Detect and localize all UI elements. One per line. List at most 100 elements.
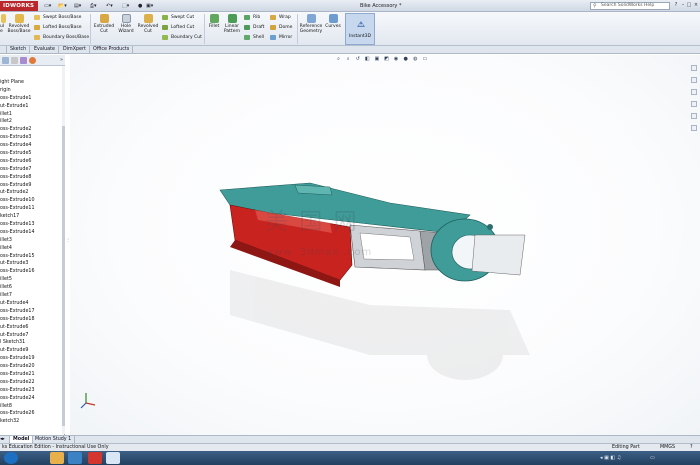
solidworks-logo[interactable]: IDWORKS (0, 1, 38, 11)
feature-tree-item[interactable]: ut-Extrude1 (0, 103, 64, 111)
system-tray-icons[interactable]: ◂ ▣ ◧ ♫ (600, 454, 621, 462)
start-button-icon[interactable] (4, 452, 18, 464)
property-manager-icon[interactable] (11, 57, 18, 64)
word-taskbar-icon[interactable] (106, 452, 120, 464)
curves-button[interactable]: Curves (324, 14, 342, 29)
feature-tree-item[interactable]: illet8 (0, 403, 64, 411)
dome-button[interactable]: Dome (270, 24, 292, 31)
swept-boss-button[interactable]: Swept Boss/Base (34, 14, 81, 21)
feature-tree-item[interactable]: illet2 (0, 118, 64, 126)
feature-tree-item[interactable]: oss-Extrude7 (0, 166, 64, 174)
feature-tree-item[interactable]: oss-Extrude6 (0, 158, 64, 166)
scrollbar-thumb[interactable] (62, 126, 65, 426)
select-icon[interactable]: ⬚▾ (122, 2, 129, 10)
bike-accessory-model[interactable] (70, 55, 700, 435)
feature-tree-item[interactable]: illet4 (0, 245, 64, 253)
feature-tree-item[interactable]: oss-Extrude18 (0, 316, 64, 324)
instant3d-button[interactable]: Instant3D (345, 13, 375, 45)
close-button[interactable]: × (693, 2, 699, 9)
feature-tree-item[interactable]: ight Plane (0, 79, 64, 87)
tab-office-products[interactable]: Office Products (90, 46, 134, 54)
ie-taskbar-icon[interactable] (68, 452, 82, 464)
tab-sketch[interactable]: Sketch (7, 46, 31, 54)
tab-dimxpert[interactable]: DimXpert (60, 46, 90, 54)
feature-tree-item[interactable]: oss-Extrude4 (0, 142, 64, 150)
revolved-cut-button[interactable]: Revolved Cut (136, 14, 160, 34)
new-document-icon[interactable]: ▭▾ (44, 2, 51, 10)
feature-tree-item[interactable]: illet7 (0, 292, 64, 300)
feature-tree-item[interactable]: oss-Extrude24 (0, 395, 64, 403)
help-icon[interactable]: ? (673, 2, 679, 9)
feature-tree-item[interactable]: ut-Extrude6 (0, 324, 64, 332)
feature-tree-item[interactable]: oss-Extrude8 (0, 174, 64, 182)
boundary-boss-button[interactable]: Boundary Boss/Base (34, 34, 89, 41)
feature-tree-item[interactable]: oss-Extrude5 (0, 150, 64, 158)
chevron-right-icon[interactable]: » (60, 57, 63, 64)
feature-tree-item[interactable]: illet6 (0, 284, 64, 292)
feature-tree-item[interactable]: oss-Extrude19 (0, 355, 64, 363)
feature-tree-icon[interactable] (2, 57, 9, 64)
display-manager-icon[interactable] (29, 57, 36, 64)
feature-tree-item[interactable]: illet3 (0, 237, 64, 245)
reference-geometry-button[interactable]: Reference Geometry (298, 14, 324, 34)
feature-tree-item[interactable]: oss-Extrude23 (0, 387, 64, 395)
wrap-button[interactable]: Wrap (270, 14, 291, 21)
feature-tree-item[interactable]: oss-Extrude13 (0, 221, 64, 229)
feature-tree-item[interactable]: ut-Extrude9 (0, 347, 64, 355)
feature-tree-item[interactable]: oss-Extrude16 (0, 268, 64, 276)
feature-tree-item[interactable]: oss-Extrude22 (0, 379, 64, 387)
explorer-taskbar-icon[interactable] (50, 452, 64, 464)
tab-evaluate[interactable]: Evaluate (31, 46, 59, 54)
boundary-cut-button[interactable]: Boundary Cut (162, 34, 202, 41)
rib-button[interactable]: Rib (244, 14, 260, 21)
graphics-area[interactable]: ⌕ ⌕ ↺ ◧ ▣ ◩ ◉ ● ◍ ▭ 美 国 网 www. 3dmax .co… (70, 55, 700, 435)
configuration-icon[interactable] (20, 57, 27, 64)
feature-tree-item[interactable]: oss-Extrude9 (0, 182, 64, 190)
lofted-boss-button[interactable]: Lofted Boss/Base (34, 24, 82, 31)
save-icon[interactable]: ▤▾ (74, 2, 81, 10)
fillet-button[interactable]: Fillet (206, 14, 222, 29)
lofted-cut-button[interactable]: Lofted Cut (162, 24, 194, 31)
mirror-button[interactable]: Mirror (270, 34, 292, 41)
rebuild-icon[interactable]: ● (138, 2, 142, 10)
swept-cut-button[interactable]: Swept Cut (162, 14, 194, 21)
feature-tree-item[interactable]: ut-Extrude4 (0, 300, 64, 308)
feature-tree-item[interactable]: oss-Extrude3 (0, 134, 64, 142)
feature-tree-scrollbar[interactable] (62, 66, 65, 434)
feature-tree-item[interactable]: oss-Extrude1 (0, 95, 64, 103)
draft-button[interactable]: Draft (244, 24, 264, 31)
feature-tree-item[interactable]: oss-Extrude2 (0, 126, 64, 134)
print-icon[interactable]: ⎙▾ (90, 2, 97, 10)
partial-ribbon-button[interactable]: ul e (0, 14, 6, 34)
solidworks-taskbar-icon[interactable] (88, 452, 102, 464)
feature-tree-item[interactable]: ut-Extrude7 (0, 332, 64, 340)
feature-tree-item[interactable]: oss-Extrude14 (0, 229, 64, 237)
linear-pattern-button[interactable]: Linear Pattern (222, 14, 242, 34)
shell-button[interactable]: Shell (244, 34, 264, 41)
tab-features[interactable] (0, 46, 7, 54)
options-icon[interactable]: ▣▾ (146, 2, 153, 10)
feature-tree-item[interactable]: illet5 (0, 276, 64, 284)
feature-tree-item[interactable]: ketch17 (0, 213, 64, 221)
feature-tree-item[interactable]: oss-Extrude20 (0, 363, 64, 371)
feature-tree-item[interactable]: ut-Extrude2 (0, 189, 64, 197)
feature-tree-item[interactable]: oss-Extrude15 (0, 253, 64, 261)
feature-tree-item[interactable]: l Sketch31 (0, 339, 64, 347)
feature-tree-item[interactable]: ketch32 (0, 418, 64, 426)
feature-tree-item[interactable]: rigin (0, 87, 64, 95)
extruded-cut-button[interactable]: Extruded Cut (92, 14, 116, 34)
hole-wizard-button[interactable]: Hole Wizard (116, 14, 136, 34)
feature-tree-item[interactable]: illet1 (0, 111, 64, 119)
feature-tree-item[interactable]: oss-Extrude10 (0, 197, 64, 205)
feature-tree-item[interactable]: oss-Extrude26 (0, 410, 64, 418)
feature-tree-item[interactable]: oss-Extrude11 (0, 205, 64, 213)
feature-tree-item[interactable]: oss-Extrude21 (0, 371, 64, 379)
undo-icon[interactable]: ↶▾ (106, 2, 113, 10)
feature-tree-item[interactable]: oss-Extrude17 (0, 308, 64, 316)
help-search-input[interactable]: ⚲ Search SolidWorks Help (590, 2, 670, 10)
revolved-boss-button[interactable]: Revolved Boss/Base (7, 14, 31, 34)
feature-tree-item[interactable]: ut-Extrude3 (0, 260, 64, 268)
open-icon[interactable]: 📂▾ (58, 2, 67, 10)
maximize-button[interactable]: □ (686, 2, 692, 9)
clock-icon[interactable]: ▭ (650, 454, 655, 462)
